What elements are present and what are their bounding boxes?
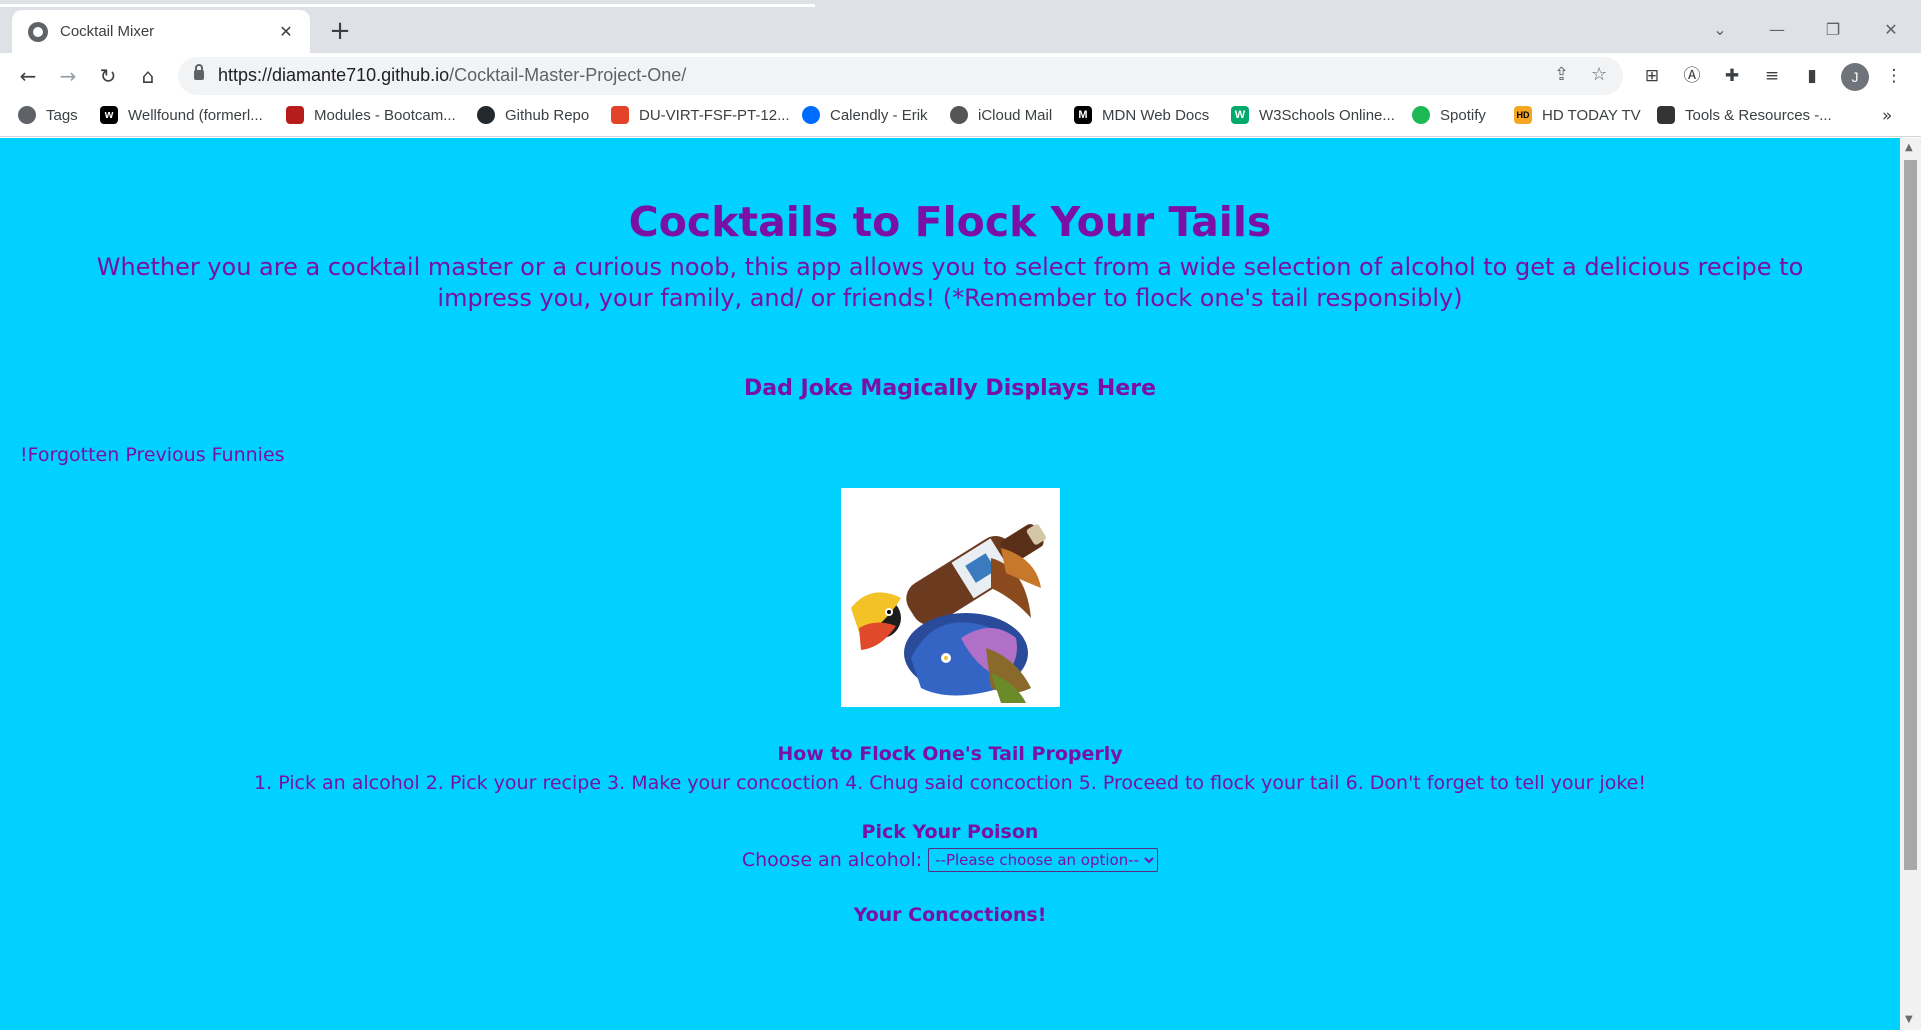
tab-bar: Cocktail Mixer ✕ + ⌄ — ❐ ✕ xyxy=(0,10,1921,53)
restore-button[interactable]: ❐ xyxy=(1813,18,1853,42)
new-tab-button[interactable]: + xyxy=(326,18,354,46)
url-path: /Cocktail-Master-Project-One/ xyxy=(449,65,687,85)
bookmark-label: iCloud Mail xyxy=(978,106,1053,124)
side-panel-icon[interactable]: ▮ xyxy=(1801,65,1823,87)
bookmark-mdn[interactable]: M MDN Web Docs xyxy=(1074,106,1209,124)
toucan-bottle-holder-image xyxy=(841,488,1060,707)
bookmark-github-repo[interactable]: Github Repo xyxy=(477,106,589,124)
bookmark-tags[interactable]: Tags xyxy=(18,106,78,124)
gitlab-icon xyxy=(611,106,629,124)
mdn-icon: M xyxy=(1074,106,1092,124)
scrollbar-thumb[interactable] xyxy=(1904,160,1917,870)
bookmark-icloud-mail[interactable]: iCloud Mail xyxy=(950,106,1052,124)
concoctions-heading: Your Concoctions! xyxy=(853,904,1047,926)
browser-toolbar: ← → ↻ ⌂ https://diamante710.github.io/Co… xyxy=(0,53,1921,98)
more-bookmarks-chevron-icon[interactable]: » xyxy=(1882,106,1892,126)
scroll-down-arrow-icon[interactable]: ▼ xyxy=(1905,1014,1913,1025)
toucan-bottle-illustration xyxy=(841,488,1060,707)
wellfound-icon: w xyxy=(100,106,118,124)
close-window-button[interactable]: ✕ xyxy=(1871,18,1911,42)
scroll-up-arrow-icon[interactable]: ▲ xyxy=(1905,142,1913,153)
bookmark-label: HD TODAY TV xyxy=(1542,106,1641,124)
dad-joke-heading: Dad Joke Magically Displays Here xyxy=(744,376,1156,401)
reload-button[interactable]: ↻ xyxy=(93,61,123,91)
page-viewport: Cocktails to Flock Your Tails Whether yo… xyxy=(0,138,1900,1030)
globe-icon xyxy=(28,21,48,42)
share-icon[interactable]: ⇪ xyxy=(1554,64,1569,85)
tab-search-chevron-icon[interactable]: ⌄ xyxy=(1700,18,1740,42)
bookmark-star-icon[interactable]: ☆ xyxy=(1591,64,1607,85)
tab-title: Cocktail Mixer xyxy=(60,23,155,40)
bookmark-label: Modules - Bootcam... xyxy=(314,106,456,124)
bookmark-tools-resources[interactable]: Tools & Resources -... xyxy=(1657,106,1832,124)
spotify-icon xyxy=(1412,106,1430,124)
menu-kebab-icon[interactable]: ⋮ xyxy=(1883,65,1905,87)
window-top-strip xyxy=(0,0,1921,10)
alcohol-select-label: Choose an alcohol: xyxy=(741,849,923,871)
bookmark-label: Wellfound (formerl... xyxy=(128,106,263,124)
puzzle-icon[interactable]: ✚ xyxy=(1721,65,1743,87)
bookmark-calendly[interactable]: Calendly - Erik xyxy=(802,106,928,124)
loading-progress xyxy=(0,4,815,7)
bookmarks-bar: Tags w Wellfound (formerl... Modules - Bo… xyxy=(0,98,1921,137)
extension-a-icon[interactable]: Ⓐ xyxy=(1681,65,1703,87)
extension-grid-icon[interactable]: ⊞ xyxy=(1641,65,1663,87)
page-scrollbar[interactable]: ▲ ▼ xyxy=(1900,138,1921,1030)
lock-icon[interactable] xyxy=(194,64,204,80)
tools-icon xyxy=(1657,106,1675,124)
bookmark-gitlab[interactable]: DU-VIRT-FSF-PT-12... xyxy=(611,106,790,124)
page-title: Cocktails to Flock Your Tails xyxy=(628,198,1272,246)
bookmark-label: Calendly - Erik xyxy=(830,106,928,124)
bookmark-label: MDN Web Docs xyxy=(1102,106,1210,124)
shield-icon xyxy=(286,106,304,124)
globe-icon xyxy=(18,106,36,124)
howto-steps: 1. Pick an alcohol 2. Pick your recipe 3… xyxy=(254,772,1646,794)
bookmark-wellfound[interactable]: w Wellfound (formerl... xyxy=(100,106,263,124)
bookmark-hd-today-tv[interactable]: HD HD TODAY TV xyxy=(1514,106,1641,124)
address-bar[interactable]: https://diamante710.github.io/Cocktail-M… xyxy=(178,57,1623,95)
hd-icon: HD xyxy=(1514,106,1532,124)
calendly-icon xyxy=(802,106,820,124)
alcohol-select[interactable]: --Please choose an option-- xyxy=(928,848,1159,872)
intro-paragraph: Whether you are a cocktail master or a c… xyxy=(96,253,1804,312)
github-icon xyxy=(477,106,495,124)
bookmark-spotify[interactable]: Spotify xyxy=(1412,106,1486,124)
bookmark-modules[interactable]: Modules - Bootcam... xyxy=(286,106,456,124)
forward-button[interactable]: → xyxy=(53,61,83,91)
bookmark-label: W3Schools Online... xyxy=(1259,106,1395,124)
profile-avatar[interactable]: J xyxy=(1841,63,1869,91)
url-text[interactable]: https://diamante710.github.io/Cocktail-M… xyxy=(218,65,686,86)
tab-cocktail-mixer[interactable]: Cocktail Mixer ✕ xyxy=(12,10,310,53)
home-button[interactable]: ⌂ xyxy=(133,61,163,91)
url-host: https://diamante710.github.io xyxy=(218,65,450,85)
bookmark-w3schools[interactable]: W W3Schools Online... xyxy=(1231,106,1395,124)
bookmark-label: Tags xyxy=(46,106,78,124)
media-control-icon[interactable]: ≡ xyxy=(1761,65,1783,87)
pick-your-poison-heading: Pick Your Poison xyxy=(861,821,1039,843)
apple-icon xyxy=(950,106,968,124)
alcohol-picker-row: Choose an alcohol: --Please choose an op… xyxy=(0,848,1900,872)
bookmark-label: Tools & Resources -... xyxy=(1685,106,1832,124)
back-button[interactable]: ← xyxy=(13,61,43,91)
bookmark-label: Spotify xyxy=(1440,106,1486,124)
minimize-button[interactable]: — xyxy=(1757,18,1797,42)
howto-heading: How to Flock One's Tail Properly xyxy=(777,743,1123,765)
bookmark-label: DU-VIRT-FSF-PT-12... xyxy=(639,106,790,124)
w3schools-icon: W xyxy=(1231,106,1249,124)
close-icon[interactable]: ✕ xyxy=(276,22,296,41)
bookmark-label: Github Repo xyxy=(505,106,590,124)
forgotten-funnies-link[interactable]: !Forgotten Previous Funnies xyxy=(20,444,285,466)
